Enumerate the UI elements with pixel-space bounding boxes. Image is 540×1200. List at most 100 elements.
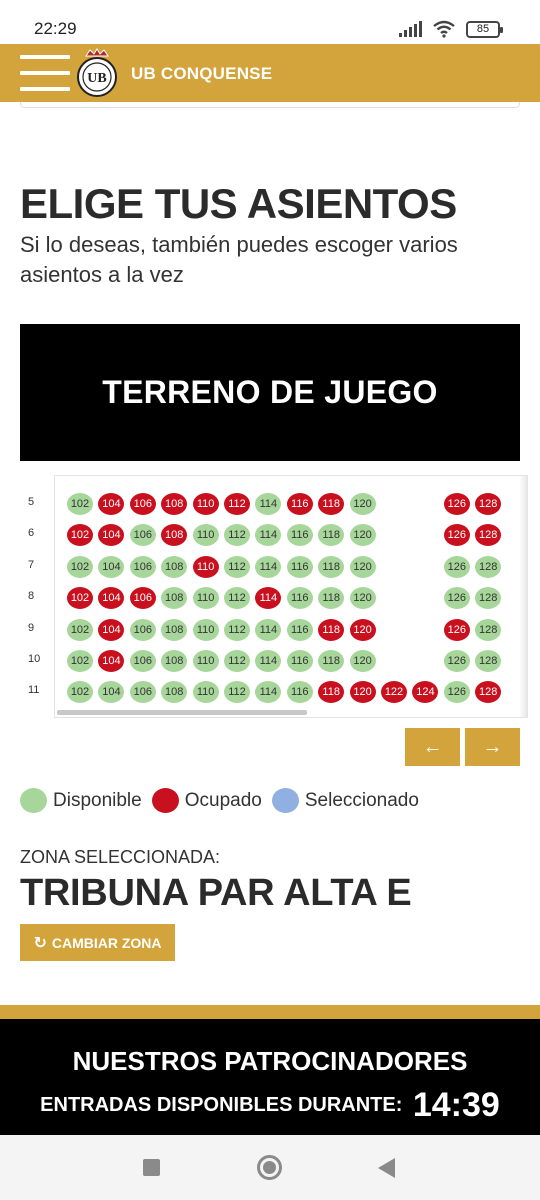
seat-6-120[interactable]: 120 (349, 524, 376, 547)
seat-9-106[interactable]: 106 (129, 618, 156, 641)
seat-7-114[interactable]: 114 (255, 555, 282, 578)
seat-7-104[interactable]: 104 (98, 555, 125, 578)
seat-11-116[interactable]: 116 (286, 681, 313, 704)
menu-icon[interactable] (20, 55, 70, 91)
seat-7-110[interactable]: 110 (192, 555, 219, 578)
seat-8-106[interactable]: 106 (129, 587, 156, 610)
seat-10-118[interactable]: 118 (318, 650, 345, 672)
seat-11-124[interactable]: 124 (412, 681, 439, 704)
seat-6-106[interactable]: 106 (129, 524, 156, 547)
seat-6-114[interactable]: 114 (255, 524, 282, 547)
seat-9-110[interactable]: 110 (192, 618, 219, 641)
seat-9-128[interactable]: 128 (475, 618, 502, 641)
seat-5-106[interactable]: 106 (129, 493, 156, 515)
seat-9-116[interactable]: 116 (286, 618, 313, 641)
seat-8-102[interactable]: 102 (67, 587, 93, 610)
seat-grid[interactable]: 128 126 124 122 120 118 116 114 112 110 108 106 104 1… (54, 475, 528, 718)
seat-5-118[interactable]: 118 (318, 493, 345, 515)
seat-5-116[interactable]: 116 (286, 493, 313, 515)
seat-11-128[interactable]: 128 (475, 681, 502, 704)
seat-10-106[interactable]: 106 (129, 650, 156, 672)
seat-5-112[interactable]: 112 (224, 493, 250, 515)
seat-7-118[interactable]: 118 (318, 555, 345, 578)
seat-8-126[interactable]: 126 (443, 587, 470, 610)
seat-7-112[interactable]: 112 (224, 555, 250, 578)
seat-5-104[interactable]: 104 (98, 493, 125, 515)
seat-7-102[interactable]: 102 (67, 555, 93, 578)
seat-5-128[interactable]: 128 (475, 493, 502, 515)
seat-6-110[interactable]: 110 (192, 524, 219, 547)
seat-8-110[interactable]: 110 (192, 587, 219, 610)
seat-11-122[interactable]: 122 (381, 681, 407, 704)
seat-6-126[interactable]: 126 (443, 524, 470, 547)
seat-10-116[interactable]: 116 (286, 650, 313, 672)
signal-icon (399, 21, 422, 37)
seat-map: 5 6 7 8 9 10 11 128 126 124 122 120 118 116 114 112 110… (20, 475, 528, 718)
seat-10-108[interactable]: 108 (161, 650, 188, 672)
seat-7-108[interactable]: 108 (161, 555, 188, 578)
seat-11-104[interactable]: 104 (98, 681, 125, 704)
seat-6-118[interactable]: 118 (318, 524, 345, 547)
recent-apps-icon[interactable] (143, 1159, 160, 1176)
seat-11-110[interactable]: 110 (192, 681, 219, 704)
seat-7-128[interactable]: 128 (475, 555, 502, 578)
seat-11-106[interactable]: 106 (129, 681, 156, 704)
seat-5-110[interactable]: 110 (192, 493, 219, 515)
seat-7-126[interactable]: 126 (443, 555, 470, 578)
seat-5-108[interactable]: 108 (161, 493, 188, 515)
seat-5-120[interactable]: 120 (349, 493, 376, 515)
brand-title[interactable]: UB CONQUENSE (131, 64, 272, 84)
seat-9-114[interactable]: 114 (255, 618, 282, 641)
seat-8-118[interactable]: 118 (318, 587, 345, 610)
seat-8-120[interactable]: 120 (349, 587, 376, 610)
seat-9-108[interactable]: 108 (161, 618, 188, 641)
seat-9-126[interactable]: 126 (443, 618, 470, 641)
seat-7-116[interactable]: 116 (286, 555, 313, 578)
seat-9-112[interactable]: 112 (224, 618, 250, 641)
prev-page-button[interactable]: ← (405, 728, 460, 766)
seat-7-120[interactable]: 120 (349, 555, 376, 578)
horizontal-scrollbar[interactable] (57, 710, 307, 715)
home-icon[interactable] (257, 1155, 282, 1180)
seat-6-116[interactable]: 116 (286, 524, 313, 547)
seat-5-102[interactable]: 102 (67, 493, 93, 515)
seat-8-114[interactable]: 114 (255, 587, 282, 610)
seat-5-126[interactable]: 126 (443, 493, 470, 515)
seat-8-104[interactable]: 104 (98, 587, 125, 610)
seat-10-110[interactable]: 110 (192, 650, 219, 672)
seat-10-120[interactable]: 120 (349, 650, 376, 672)
seat-10-114[interactable]: 114 (255, 650, 282, 672)
seat-6-108[interactable]: 108 (161, 524, 188, 547)
seat-11-112[interactable]: 112 (224, 681, 250, 704)
seat-8-108[interactable]: 108 (161, 587, 188, 610)
battery-icon: 85 (466, 20, 503, 38)
seat-8-112[interactable]: 112 (224, 587, 250, 610)
seat-6-102[interactable]: 102 (67, 524, 93, 547)
back-icon[interactable] (378, 1158, 395, 1178)
club-crest-logo[interactable]: UB (74, 48, 120, 98)
seat-11-102[interactable]: 102 (67, 681, 93, 704)
seat-11-120[interactable]: 120 (349, 681, 376, 704)
seat-7-106[interactable]: 106 (129, 555, 156, 578)
seat-11-108[interactable]: 108 (161, 681, 188, 704)
seat-6-112[interactable]: 112 (224, 524, 250, 547)
seat-10-126[interactable]: 126 (443, 650, 470, 672)
seat-11-118[interactable]: 118 (318, 681, 345, 704)
seat-10-128[interactable]: 128 (475, 650, 502, 672)
seat-8-128[interactable]: 128 (475, 587, 502, 610)
seat-6-104[interactable]: 104 (98, 524, 125, 547)
seat-9-118[interactable]: 118 (318, 618, 345, 641)
seat-9-102[interactable]: 102 (67, 618, 93, 641)
next-page-button[interactable]: → (465, 728, 520, 766)
seat-6-128[interactable]: 128 (475, 524, 502, 547)
seat-9-104[interactable]: 104 (98, 618, 125, 641)
seat-5-114[interactable]: 114 (255, 493, 282, 515)
seat-10-102[interactable]: 102 (67, 650, 93, 672)
seat-10-104[interactable]: 104 (98, 650, 125, 672)
change-zone-button[interactable]: ↻ CAMBIAR ZONA (20, 924, 175, 961)
seat-11-126[interactable]: 126 (443, 681, 470, 704)
seat-9-120[interactable]: 120 (349, 618, 376, 641)
seat-8-116[interactable]: 116 (286, 587, 313, 610)
seat-10-112[interactable]: 112 (224, 650, 250, 672)
seat-11-114[interactable]: 114 (255, 681, 282, 704)
